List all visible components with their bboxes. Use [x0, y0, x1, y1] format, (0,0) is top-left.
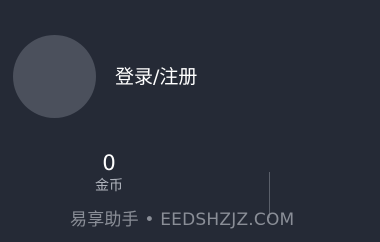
profile-screen: 登录/注册 0 金币 易享助手 • EEDSHZJZ.COM: [0, 0, 380, 242]
coins-label: 金币: [95, 178, 123, 194]
watermark: 易享助手 • EEDSHZJZ.COM: [70, 210, 295, 230]
coins-stat[interactable]: 0 金币: [78, 150, 140, 195]
profile-header: 登录/注册: [0, 0, 380, 150]
login-register-link[interactable]: 登录/注册: [115, 65, 197, 89]
coins-value: 0: [102, 151, 116, 175]
avatar[interactable]: [13, 35, 96, 118]
